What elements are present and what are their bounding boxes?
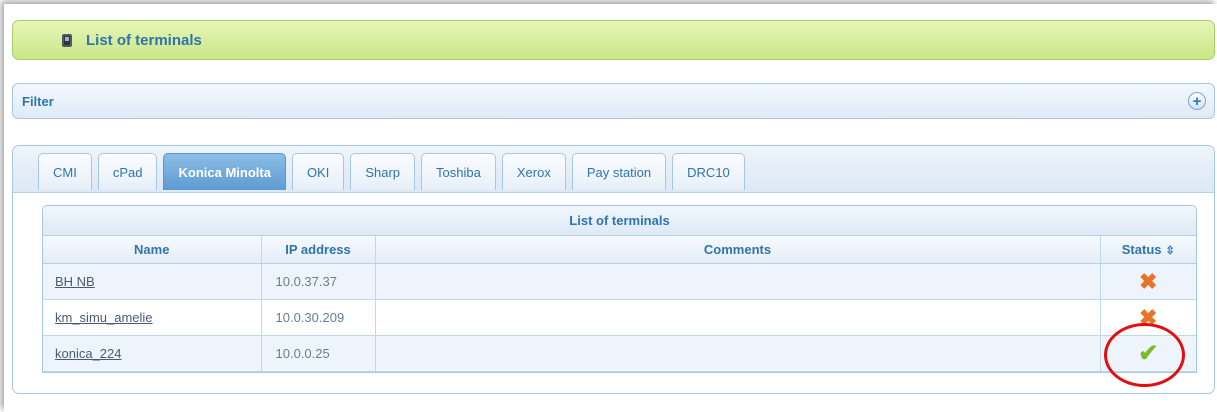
table-row: konica_224 10.0.0.25 ✔ [43,335,1196,372]
terminal-name-link[interactable]: konica_224 [55,346,122,361]
cell-name: BH NB [43,263,262,300]
cell-name: konica_224 [43,335,262,372]
column-header-status[interactable]: Status ⇳ [1100,236,1196,264]
cell-ip: 10.0.30.209 [261,299,376,336]
column-header-status-label: Status [1121,242,1162,257]
terminal-name-link[interactable]: BH NB [55,274,95,289]
filter-expand-plus-icon[interactable]: + [1188,92,1206,110]
tab-cpad[interactable]: cPad [97,153,158,190]
cell-comments [375,263,1101,300]
sort-icon[interactable]: ⇳ [1166,245,1175,257]
column-header-comments-label: Comments [703,242,772,257]
column-header-name[interactable]: Name [43,236,262,264]
page-header: List of terminals [12,20,1215,60]
table-row: km_simu_amelie 10.0.30.209 ✖ [43,299,1196,336]
tab-xerox[interactable]: Xerox [501,153,566,190]
terminal-name-link[interactable]: km_simu_amelie [55,310,153,325]
tab-oki[interactable]: OKI [291,153,345,190]
terminals-grid: List of terminals Name IP address Commen… [42,205,1197,373]
terminal-tabs-panel: CMI cPad Konica Minolta OKI Sharp Toshib… [12,145,1215,394]
tab-toshiba[interactable]: Toshiba [421,153,496,190]
tab-drc10[interactable]: DRC10 [672,153,745,190]
column-header-ip-label: IP address [285,242,351,257]
filter-panel[interactable]: Filter + [12,83,1215,119]
column-header-ip[interactable]: IP address [261,236,376,264]
tab-sharp[interactable]: Sharp [350,153,416,190]
filter-label[interactable]: Filter [22,94,54,109]
cell-status: ✔ [1100,335,1196,372]
cell-ip: 10.0.0.25 [261,335,376,372]
cell-comments [375,335,1101,372]
tab-strip: CMI cPad Konica Minolta OKI Sharp Toshib… [13,146,1214,193]
page-frame: List of terminals Filter + CMI cPad Koni… [4,4,1217,412]
page-title: List of terminals [86,31,202,49]
terminals-table: Name IP address Comments Status ⇳ BH NB 1… [43,236,1196,372]
cell-comments [375,299,1101,336]
cell-name: km_simu_amelie [43,299,262,336]
column-header-name-label: Name [134,242,170,257]
tab-list: CMI cPad Konica Minolta OKI Sharp Toshib… [38,153,745,190]
status-online-check-icon: ✔ [1138,339,1159,367]
tab-konica-minolta[interactable]: Konica Minolta [163,153,286,190]
table-row: BH NB 10.0.37.37 ✖ [43,263,1196,300]
grid-caption: List of terminals [43,206,1196,236]
column-header-comments[interactable]: Comments [375,236,1101,264]
status-offline-x-icon: ✖ [1139,268,1158,294]
cell-ip: 10.0.37.37 [261,263,376,300]
tab-pay-station[interactable]: Pay station [571,153,667,190]
terminal-icon [62,33,72,47]
cell-status: ✖ [1100,263,1196,300]
cell-status: ✖ [1100,299,1196,336]
tab-cmi[interactable]: CMI [38,153,92,190]
status-offline-x-icon: ✖ [1139,304,1158,330]
